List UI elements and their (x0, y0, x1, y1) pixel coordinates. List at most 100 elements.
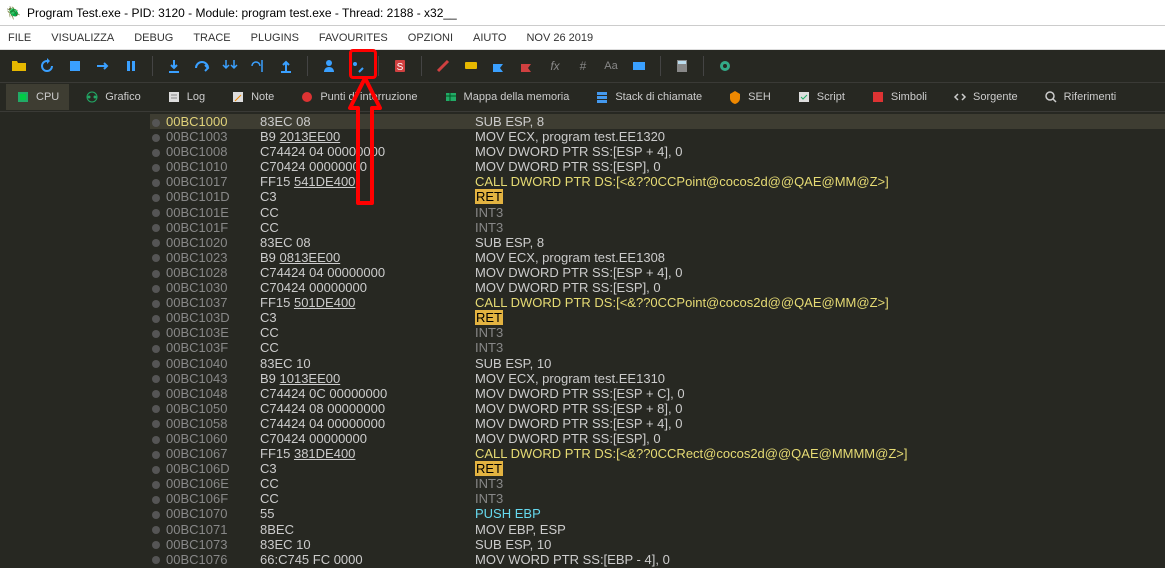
tab-seh[interactable]: SEH (718, 84, 781, 110)
bytes-cell[interactable]: CC (260, 220, 475, 235)
bytes-cell[interactable]: C3 (260, 461, 475, 476)
step-into-icon[interactable] (165, 57, 183, 75)
address-cell[interactable]: 00BC103F (150, 340, 260, 355)
functions-icon[interactable]: fx (546, 57, 564, 75)
address-cell[interactable]: 00BC1073 (150, 537, 260, 552)
tab-memmap[interactable]: Mappa della memoria (434, 84, 580, 110)
bytes-cell[interactable]: 66:C745 FC 0000 (260, 552, 475, 567)
bytes-cell[interactable]: C74424 04 00000000 (260, 144, 475, 159)
address-cell[interactable]: 00BC1067 (150, 446, 260, 461)
bytes-cell[interactable]: C70424 00000000 (260, 159, 475, 174)
settings-icon[interactable] (716, 57, 734, 75)
bytes-cell[interactable]: C70424 00000000 (260, 431, 475, 446)
bytes-cell[interactable]: B9 0813EE00 (260, 250, 475, 265)
bytes-cell[interactable]: C74424 04 00000000 (260, 416, 475, 431)
bytes-cell[interactable]: C70424 00000000 (260, 280, 475, 295)
instruction-cell[interactable]: SUB ESP, 10 (475, 537, 1165, 552)
address-cell[interactable]: 00BC101E (150, 205, 260, 220)
tab-grafico[interactable]: Grafico (75, 84, 150, 110)
address-cell[interactable]: 00BC1058 (150, 416, 260, 431)
address-cell[interactable]: 00BC1070 (150, 506, 260, 521)
bytes-cell[interactable]: 83EC 10 (260, 537, 475, 552)
address-cell[interactable]: 00BC1028 (150, 265, 260, 280)
instruction-cell[interactable]: RET (475, 310, 1165, 325)
instruction-cell[interactable]: INT3 (475, 205, 1165, 220)
address-cell[interactable]: 00BC1037 (150, 295, 260, 310)
address-cell[interactable]: 00BC1040 (150, 356, 260, 371)
exec-till-return-icon[interactable] (277, 57, 295, 75)
bytes-cell[interactable]: FF15 541DE400 (260, 174, 475, 189)
bytes-cell[interactable]: C3 (260, 310, 475, 325)
address-cell[interactable]: 00BC103D (150, 310, 260, 325)
bytes-cell[interactable]: C74424 04 00000000 (260, 265, 475, 280)
instruction-cell[interactable]: RET (475, 461, 1165, 476)
bytes-cell[interactable]: CC (260, 205, 475, 220)
address-cell[interactable]: 00BC1017 (150, 174, 260, 189)
address-cell[interactable]: 00BC101D (150, 189, 260, 204)
bytes-cell[interactable]: 83EC 08 (260, 114, 475, 129)
instruction-cell[interactable]: INT3 (475, 476, 1165, 491)
bytes-cell[interactable]: FF15 501DE400 (260, 295, 475, 310)
instruction-cell[interactable]: SUB ESP, 8 (475, 235, 1165, 250)
tab-breakpoints[interactable]: Punti di interruzione (290, 84, 427, 110)
menu-opzioni[interactable]: OPZIONI (408, 32, 453, 44)
address-cell[interactable]: 00BC1048 (150, 386, 260, 401)
bytes-cell[interactable]: CC (260, 325, 475, 340)
menu-favourites[interactable]: FAVOURITES (319, 32, 388, 44)
instruction-cell[interactable]: SUB ESP, 8 (475, 114, 1165, 129)
address-cell[interactable]: 00BC106D (150, 461, 260, 476)
address-cell[interactable]: 00BC101F (150, 220, 260, 235)
instruction-cell[interactable]: MOV DWORD PTR SS:[ESP], 0 (475, 431, 1165, 446)
patches-icon[interactable] (434, 57, 452, 75)
labels-icon[interactable] (490, 57, 508, 75)
address-cell[interactable]: 00BC1043 (150, 371, 260, 386)
instruction-cell[interactable]: MOV ECX, program test.EE1308 (475, 250, 1165, 265)
strings-icon[interactable]: Aa (602, 57, 620, 75)
address-cell[interactable]: 00BC1023 (150, 250, 260, 265)
bytes-cell[interactable]: FF15 381DE400 (260, 446, 475, 461)
tab-callstack[interactable]: Stack di chiamate (585, 84, 712, 110)
address-cell[interactable]: 00BC1000 (150, 114, 260, 129)
tab-log[interactable]: Log (157, 84, 215, 110)
bytes-cell[interactable]: CC (260, 340, 475, 355)
calculator-icon[interactable] (673, 57, 691, 75)
instruction-cell[interactable]: MOV DWORD PTR SS:[ESP + C], 0 (475, 386, 1165, 401)
bookmarks-icon[interactable] (518, 57, 536, 75)
bytes-cell[interactable]: 83EC 10 (260, 356, 475, 371)
instruction-cell[interactable]: SUB ESP, 10 (475, 356, 1165, 371)
instruction-cell[interactable]: PUSH EBP (475, 506, 1165, 521)
pause-icon[interactable] (122, 57, 140, 75)
trace-into-icon[interactable] (221, 57, 239, 75)
instruction-cell[interactable]: INT3 (475, 491, 1165, 506)
open-folder-icon[interactable] (10, 57, 28, 75)
instruction-cell[interactable]: INT3 (475, 325, 1165, 340)
instruction-cell[interactable]: CALL DWORD PTR DS:[<&??0CCPoint@cocos2d@… (475, 174, 1165, 189)
instruction-cell[interactable]: MOV DWORD PTR SS:[ESP + 4], 0 (475, 265, 1165, 280)
address-cell[interactable]: 00BC1008 (150, 144, 260, 159)
instruction-cell[interactable]: MOV DWORD PTR SS:[ESP], 0 (475, 159, 1165, 174)
menu-file[interactable]: FILE (8, 32, 31, 44)
menu-debug[interactable]: DEBUG (134, 32, 173, 44)
instruction-cell[interactable]: MOV ECX, program test.EE1320 (475, 129, 1165, 144)
address-cell[interactable]: 00BC1071 (150, 522, 260, 537)
bytes-cell[interactable]: B9 2013EE00 (260, 129, 475, 144)
instruction-cell[interactable]: MOV DWORD PTR SS:[ESP + 4], 0 (475, 144, 1165, 159)
run-to-user-icon[interactable] (320, 57, 338, 75)
instruction-cell[interactable]: MOV ECX, program test.EE1310 (475, 371, 1165, 386)
address-cell[interactable]: 00BC103E (150, 325, 260, 340)
address-cell[interactable]: 00BC1020 (150, 235, 260, 250)
tab-cpu[interactable]: CPU (6, 84, 69, 110)
address-cell[interactable]: 00BC106E (150, 476, 260, 491)
tab-riferimenti[interactable]: Riferimenti (1034, 84, 1127, 110)
address-cell[interactable]: 00BC1076 (150, 552, 260, 567)
disassembly-view[interactable]: 00BC100000BC100300BC100800BC101000BC1017… (0, 112, 1165, 568)
trace-over-icon[interactable] (249, 57, 267, 75)
instruction-cell[interactable]: INT3 (475, 340, 1165, 355)
bytes-cell[interactable]: 8BEC (260, 522, 475, 537)
address-cell[interactable]: 00BC1030 (150, 280, 260, 295)
bytes-cell[interactable]: C74424 0C 00000000 (260, 386, 475, 401)
stop-icon[interactable] (66, 57, 84, 75)
bytes-cell[interactable]: 83EC 08 (260, 235, 475, 250)
step-over-icon[interactable] (193, 57, 211, 75)
bytes-cell[interactable]: CC (260, 476, 475, 491)
